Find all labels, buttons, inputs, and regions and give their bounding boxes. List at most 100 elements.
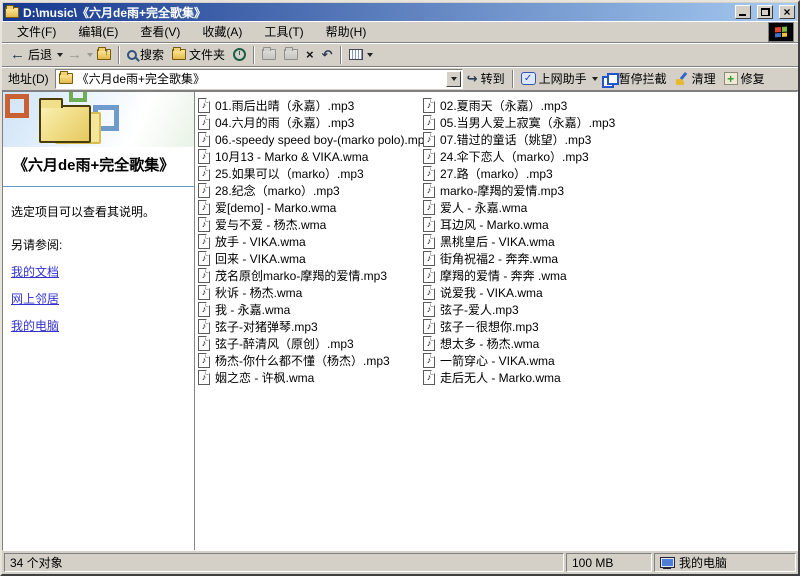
up-button[interactable]: ↑ [93,44,115,65]
forward-button[interactable]: → [63,44,86,65]
file-name: 25.如果可以（marko）.mp3 [215,165,364,182]
web-helper-icon: ✓ [521,72,536,85]
explorer-window: D:\music\《六月de雨+完全歌集》 × 文件(F) 编辑(E) 查看(V… [0,0,800,576]
file-item[interactable]: ♪秋诉 - 杨杰.wma [198,284,431,301]
file-item[interactable]: ♪ 放手 - VIKA.wma [198,233,431,250]
file-name: 04.六月的雨（永嘉）.mp3 [215,114,354,131]
link-network-places[interactable]: 网上邻居 [11,290,186,307]
file-name: 10月13 - Marko & VIKA.wma [215,148,368,165]
file-item[interactable]: ♪弦子－很想你.mp3 [423,318,615,335]
file-item[interactable]: ♪24.伞下恋人（marko）.mp3 [423,148,615,165]
repair-label: 修复 [741,70,765,87]
file-item[interactable]: ♪爱与不爱 - 杨杰.wma [198,216,431,233]
file-item[interactable]: ♪一箭穿心 - VIKA.wma [423,352,615,369]
file-name: 28.纪念（marko）.mp3 [215,182,340,199]
views-button[interactable] [345,44,377,65]
file-item[interactable]: ♪姻之恋 - 许枫.wma [198,369,431,386]
file-item[interactable]: ♪摩羯的爱情 - 奔奔 .wma [423,267,615,284]
toolbar-separator [118,46,120,64]
audio-file-icon: ♪ [198,353,210,368]
undo-button[interactable]: ↶ [318,44,337,65]
file-item[interactable]: ♪ 回来 - VIKA.wma [198,250,431,267]
audio-file-icon: ♪ [423,268,435,283]
file-item[interactable]: ♪爱人 - 永嘉.wma [423,199,615,216]
file-item[interactable]: ♪07.错过的童话（姚望）.mp3 [423,131,615,148]
move-to-button[interactable] [258,44,280,65]
back-button[interactable]: ← 后退 [6,44,56,65]
clean-button[interactable]: 清理 [671,68,720,89]
folders-button[interactable]: 文件夹 [168,44,229,65]
file-item[interactable]: ♪爱[demo] - Marko.wma [198,199,431,216]
file-item[interactable]: ♪茂名原创marko-摩羯的爱情.mp3 [198,267,431,284]
file-item[interactable]: ♪弦子-醉清风（原创）.mp3 [198,335,431,352]
file-item[interactable]: ♪01.雨后出晴（永嘉）.mp3 [198,97,431,114]
audio-file-icon: ♪ [423,285,435,300]
restore-button[interactable] [757,5,773,19]
decor-bracket-green [69,92,87,102]
file-item[interactable]: ♪28.纪念（marko）.mp3 [198,182,431,199]
menu-favorites[interactable]: 收藏(A) [191,21,253,42]
repair-button[interactable]: + 修复 [720,68,769,89]
file-item[interactable]: ♪弦子-对猪弹琴.mp3 [198,318,431,335]
menu-edit[interactable]: 编辑(E) [67,21,129,42]
audio-file-icon: ♪ [198,370,210,385]
menu-view[interactable]: 查看(V) [129,21,191,42]
menu-tools[interactable]: 工具(T) [253,21,314,42]
file-name: 07.错过的童话（姚望）.mp3 [440,131,591,148]
audio-file-icon: ♪ [198,166,210,181]
file-item[interactable]: ♪04.六月的雨（永嘉）.mp3 [198,114,431,131]
history-button[interactable] [229,44,250,65]
delete-button[interactable]: × [302,44,318,65]
file-item[interactable]: ♪弦子-爱人.mp3 [423,301,615,318]
file-item[interactable]: ♪说爱我 - VIKA.wma [423,284,615,301]
search-button[interactable]: 搜索 [123,44,168,65]
address-combo[interactable]: 《六月de雨+完全歌集》 [55,69,463,89]
file-item[interactable]: ♪黑桃皇后 - VIKA.wma [423,233,615,250]
status-bar: 34 个对象 100 MB 我的电脑 [2,551,798,574]
audio-file-icon: ♪ [198,234,210,249]
file-item[interactable]: ♪27.路（marko）.mp3 [423,165,615,182]
address-input[interactable]: 《六月de雨+完全歌集》 [77,70,442,87]
go-label: 转到 [481,70,505,87]
audio-file-icon: ♪ [198,251,210,266]
folders-label: 文件夹 [189,46,225,63]
file-item[interactable]: ♪05.当男人爱上寂寞（永嘉）.mp3 [423,114,615,131]
go-button[interactable]: ↪ 转到 [463,68,509,89]
file-item[interactable]: ♪ 25.如果可以（marko）.mp3 [198,165,431,182]
file-name: 02.夏雨天（永嘉）.mp3 [440,97,567,114]
file-name: 放手 - VIKA.wma [215,233,306,250]
file-name: 回来 - VIKA.wma [215,250,306,267]
menu-file[interactable]: 文件(F) [6,21,67,42]
close-button[interactable]: × [779,5,795,19]
menu-bar: 文件(F) 编辑(E) 查看(V) 收藏(A) 工具(T) 帮助(H) [2,21,798,43]
file-item[interactable]: ♪06.-speedy speed boy-(marko polo).mp3 [198,131,431,148]
file-name: 弦子-醉清风（原创）.mp3 [215,335,354,352]
file-item[interactable]: ♪耳边风 - Marko.wma [423,216,615,233]
audio-file-icon: ♪ [423,200,435,215]
file-item[interactable]: ♪ 杨杰-你什么都不懂（杨杰）.mp3 [198,352,431,369]
file-item[interactable]: ♪想太多 - 杨杰.wma [423,335,615,352]
file-item[interactable]: ♪10月13 - Marko & VIKA.wma [198,148,431,165]
link-my-documents[interactable]: 我的文档 [11,263,186,280]
title-bar[interactable]: D:\music\《六月de雨+完全歌集》 × [3,3,797,21]
file-name: 01.雨后出晴（永嘉）.mp3 [215,97,354,114]
audio-file-icon: ♪ [423,353,435,368]
file-item[interactable]: ♪02.夏雨天（永嘉）.mp3 [423,97,615,114]
menu-help[interactable]: 帮助(H) [315,21,378,42]
copy-to-button[interactable] [280,44,302,65]
file-item[interactable]: ♪marko-摩羯的爱情.mp3 [423,182,615,199]
link-my-computer[interactable]: 我的电脑 [11,317,186,334]
audio-file-icon: ♪ [423,302,435,317]
file-item[interactable]: ♪走后无人 - Marko.wma [423,369,615,386]
copy-to-icon [284,49,298,60]
minimize-button[interactable] [735,5,751,19]
file-name: 街角祝福2 - 奔奔.wma [440,250,558,267]
audio-file-icon: ♪ [423,166,435,181]
file-item[interactable]: ♪我 - 永嘉.wma [198,301,431,318]
audio-file-icon: ♪ [423,336,435,351]
file-item[interactable]: ♪街角祝福2 - 奔奔.wma [423,250,615,267]
pause-block-button[interactable]: 暂停拦截 [598,68,671,89]
web-helper-button[interactable]: ✓ 上网助手 [517,68,591,89]
file-name: 杨杰-你什么都不懂（杨杰）.mp3 [215,352,390,369]
address-dropdown-button[interactable] [446,71,461,87]
